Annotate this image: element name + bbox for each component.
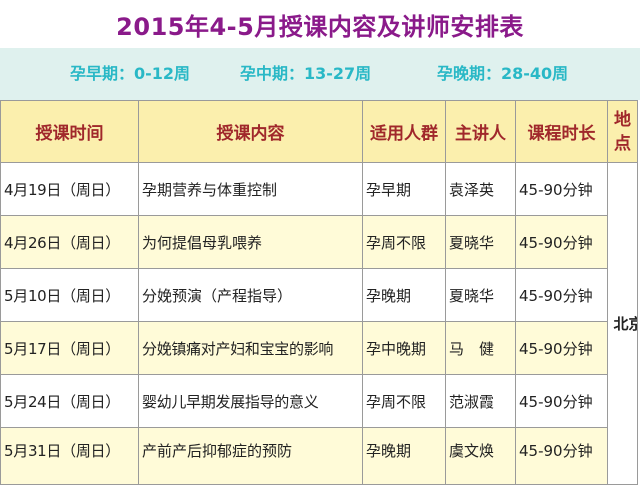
cell-audience: 孕周不限 [362,374,446,428]
cell-date: 5月17日（周日） [0,321,139,375]
cell-speaker: 袁泽英 [445,162,516,216]
table-row: 4月19日（周日） 孕期营养与体重控制 孕早期 袁泽英 45-90分钟 北京安琪… [0,162,638,485]
table-header-row: 授课时间 授课内容 适用人群 主讲人 课程时长 地点 [0,100,638,163]
cell-speaker: 虞文焕 [445,427,516,485]
cell-speaker: 夏晓华 [445,215,516,269]
cell-audience: 孕早期 [362,162,446,216]
cell-date: 5月24日（周日） [0,374,139,428]
cell-topic: 分娩预演（产程指导） [138,268,363,322]
table-row: 5月10日（周日） 分娩预演（产程指导） 孕晚期 夏晓华 45-90分钟 [0,268,638,322]
header-location: 地点 [607,100,638,163]
cell-audience: 孕周不限 [362,215,446,269]
schedule-table: 授课时间 授课内容 适用人群 主讲人 课程时长 地点 4月19日（周日） 孕期营… [0,100,638,485]
cell-date: 4月26日（周日） [0,215,139,269]
cell-speaker: 夏晓华 [445,268,516,322]
schedule-sheet: 2015年4-5月授课内容及讲师安排表 孕早期：0-12周 孕中期：13-27周… [0,0,640,485]
cell-duration: 45-90分钟 [515,162,608,216]
cell-duration: 45-90分钟 [515,374,608,428]
cell-date: 5月31日（周日） [0,427,139,485]
cell-topic: 婴幼儿早期发展指导的意义 [138,374,363,428]
header-speaker: 主讲人 [445,100,516,163]
cell-date: 5月10日（周日） [0,268,139,322]
header-audience: 适用人群 [362,100,446,163]
header-topic: 授课内容 [138,100,363,163]
cell-duration: 45-90分钟 [515,215,608,269]
cell-duration: 45-90分钟 [515,427,608,485]
table-row: 5月17日（周日） 分娩镇痛对产妇和宝宝的影响 孕中晚期 马 健 45-90分钟 [0,321,638,375]
cell-duration: 45-90分钟 [515,321,608,375]
header-duration: 课程时长 [515,100,608,163]
cell-topic: 孕期营养与体重控制 [138,162,363,216]
stage-early: 孕早期：0-12周 [70,64,191,83]
cell-topic: 产前产后抑郁症的预防 [138,427,363,485]
cell-speaker: 范淑霞 [445,374,516,428]
table-row: 4月26日（周日） 为何提倡母乳喂养 孕周不限 夏晓华 45-90分钟 [0,215,638,269]
table-row: 5月31日（周日） 产前产后抑郁症的预防 孕晚期 虞文焕 45-90分钟 [0,427,638,485]
cell-speaker: 马 健 [445,321,516,375]
cell-audience: 孕晚期 [362,268,446,322]
table-row: 5月24日（周日） 婴幼儿早期发展指导的意义 孕周不限 范淑霞 45-90分钟 [0,374,638,428]
stage-late: 孕晚期：28-40周 [437,64,569,83]
cell-duration: 45-90分钟 [515,268,608,322]
page-title: 2015年4-5月授课内容及讲师安排表 [116,12,524,41]
cell-date: 4月19日（周日） [0,162,139,216]
header-date: 授课时间 [0,100,139,163]
cell-topic: 分娩镇痛对产妇和宝宝的影响 [138,321,363,375]
location-cell: 北京安琪妇产医院5楼 [607,162,638,485]
cell-audience: 孕中晚期 [362,321,446,375]
cell-audience: 孕晚期 [362,427,446,485]
cell-topic: 为何提倡母乳喂养 [138,215,363,269]
pregnancy-stage-band: 孕早期：0-12周 孕中期：13-27周 孕晚期：28-40周 [0,48,640,100]
stage-middle: 孕中期：13-27周 [240,64,372,83]
